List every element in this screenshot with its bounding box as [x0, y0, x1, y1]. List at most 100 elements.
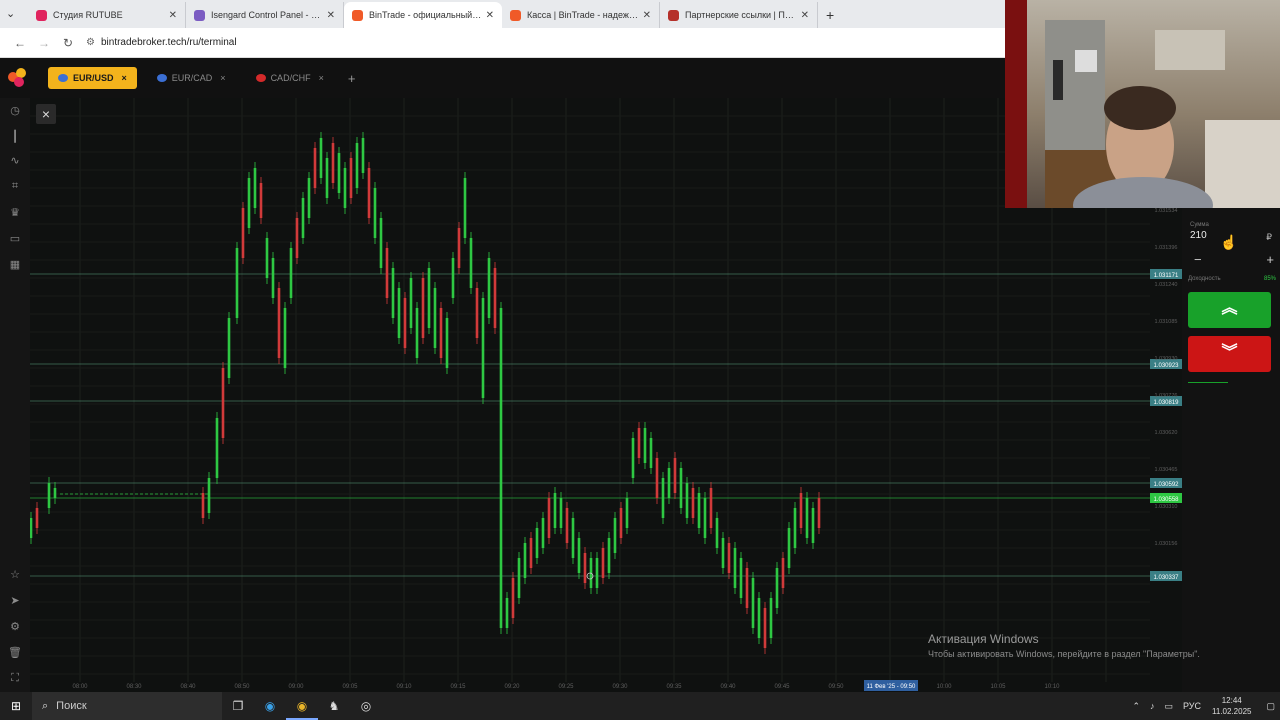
tab-title: Касса | BinTrade - надежная тр	[527, 10, 639, 20]
task-view-icon[interactable]: ❐	[222, 699, 254, 713]
increase-amount-button[interactable]: +	[1266, 252, 1274, 267]
url-field[interactable]: bintradebroker.tech/ru/terminal	[101, 37, 237, 48]
tab-close-icon[interactable]: ✕	[643, 10, 651, 21]
back-icon[interactable]: ←	[8, 36, 32, 50]
candle-body	[277, 288, 281, 358]
candle-body	[253, 168, 257, 208]
taskbar-search[interactable]: ⌕ Поиск	[32, 692, 222, 720]
candles-icon[interactable]: ┃	[8, 130, 22, 143]
candle-body	[487, 258, 491, 318]
asset-tab-label: CAD/CHF	[270, 73, 311, 83]
candle-body	[583, 553, 587, 583]
clock-icon[interactable]: ◷	[8, 104, 22, 117]
volume-icon[interactable]: ♪	[1150, 701, 1155, 711]
settings-icon[interactable]: ⚙	[8, 620, 22, 633]
candle-body	[355, 143, 359, 188]
x-tick-label: 08:00	[72, 684, 88, 690]
tab-search-icon[interactable]: ⌄	[6, 7, 15, 20]
trophy-icon[interactable]: ♛	[8, 206, 22, 219]
reload-icon[interactable]: ↻	[56, 36, 80, 50]
payout-value: 85%	[1263, 276, 1276, 282]
candle-body	[29, 518, 33, 538]
decrease-amount-button[interactable]: −	[1194, 252, 1202, 267]
asset-tab[interactable]: EUR/USD ×	[48, 67, 137, 89]
chevrons-down-icon: ︾	[1221, 344, 1238, 361]
app-icon[interactable]: ♞	[318, 699, 350, 713]
new-tab-button[interactable]: +	[826, 2, 834, 28]
calendar-icon[interactable]: ▦	[8, 258, 22, 271]
drawing-tools-icon[interactable]: ⌗	[8, 180, 22, 193]
candle-body	[283, 308, 287, 368]
candle-body	[247, 178, 251, 228]
tab-close-icon[interactable]: ✕	[801, 10, 809, 21]
candle-body	[733, 548, 737, 588]
tab-close-icon[interactable]: ✕	[169, 10, 177, 21]
asset-close-icon[interactable]: ×	[122, 73, 127, 83]
browser-tab[interactable]: Партнерские ссылки | Партне ✕	[660, 2, 818, 28]
obs-icon[interactable]: ◎	[350, 699, 382, 713]
add-asset-button[interactable]: +	[348, 71, 356, 86]
candle-body	[493, 268, 497, 328]
candle-body	[227, 318, 231, 378]
star-icon[interactable]: ☆	[8, 568, 22, 581]
browser-tab[interactable]: BinTrade - официальный сайт ✕	[344, 2, 502, 28]
fullscreen-icon[interactable]: ⛶	[8, 672, 22, 685]
windows-activation-title: Активация Windows	[928, 632, 1039, 646]
trash-icon[interactable]: 🗑	[8, 646, 22, 659]
candle-body	[595, 558, 599, 588]
candle-body	[53, 488, 57, 498]
tab-favicon-icon	[668, 9, 679, 21]
x-tick-label: 09:15	[450, 684, 466, 690]
x-tick-label: 09:30	[612, 684, 628, 690]
telegram-icon[interactable]: ➤	[8, 594, 22, 607]
put-down-button[interactable]: ︾	[1188, 336, 1271, 372]
network-icon[interactable]: ▭	[1164, 701, 1173, 712]
candle-body	[201, 493, 205, 518]
edge-icon[interactable]: ◉	[254, 699, 286, 713]
tab-close-icon[interactable]: ✕	[486, 10, 494, 21]
x-tick-label: 09:45	[774, 684, 790, 690]
candle-body	[577, 538, 581, 573]
tab-favicon-icon	[352, 9, 363, 21]
candle-body	[787, 528, 791, 568]
webcam-overlay	[1005, 0, 1280, 208]
candle-body	[625, 498, 629, 528]
chrome-icon[interactable]: ◉	[286, 692, 318, 720]
asset-tab[interactable]: CAD/CHF ×	[246, 67, 334, 89]
asset-close-icon[interactable]: ×	[319, 73, 324, 83]
price-level-label: 1.030819	[1153, 400, 1179, 406]
document-icon[interactable]: ▭	[8, 232, 22, 245]
amount-label: Сумма	[1190, 222, 1209, 228]
asset-tab[interactable]: EUR/CAD ×	[147, 67, 236, 89]
forward-icon[interactable]: →	[32, 36, 56, 50]
candle-body	[337, 153, 341, 193]
asset-close-icon[interactable]: ×	[220, 73, 225, 83]
browser-tab[interactable]: Isengard Control Panel - Стран ✕	[186, 2, 344, 28]
call-up-button[interactable]: ︽	[1188, 292, 1271, 328]
browser-tab[interactable]: Студия RUTUBE ✕	[28, 2, 186, 28]
candle-body	[775, 568, 779, 608]
site-info-icon[interactable]: ⚙	[86, 37, 95, 48]
close-panel-button[interactable]: ×	[36, 104, 56, 124]
candle-body	[241, 208, 245, 258]
browser-tab[interactable]: Касса | BinTrade - надежная тр ✕	[502, 2, 660, 28]
language-indicator[interactable]: РУС	[1183, 701, 1201, 711]
tab-close-icon[interactable]: ✕	[327, 10, 335, 21]
hand-cursor-icon: ☝	[1220, 234, 1238, 250]
clock[interactable]: 12:44 11.02.2025	[1212, 695, 1251, 717]
x-tick-label: 09:10	[396, 684, 412, 690]
bintrade-logo[interactable]	[8, 68, 28, 88]
x-tick-label: 09:35	[666, 684, 682, 690]
candle-body	[221, 368, 225, 438]
candle-body	[325, 158, 329, 198]
indicator-icon[interactable]: ∿	[8, 154, 22, 167]
candle-body	[751, 578, 755, 628]
candle-body	[739, 558, 743, 598]
tab-title: Студия RUTUBE	[53, 10, 123, 20]
candle-body	[685, 483, 689, 518]
tray-chevron-icon[interactable]: ⌃	[1132, 701, 1140, 712]
windows-start-icon[interactable]: ⊞	[0, 699, 32, 713]
x-tick-label: 08:40	[180, 684, 196, 690]
notification-icon[interactable]: ▢	[1266, 701, 1275, 712]
candle-body	[499, 308, 503, 628]
